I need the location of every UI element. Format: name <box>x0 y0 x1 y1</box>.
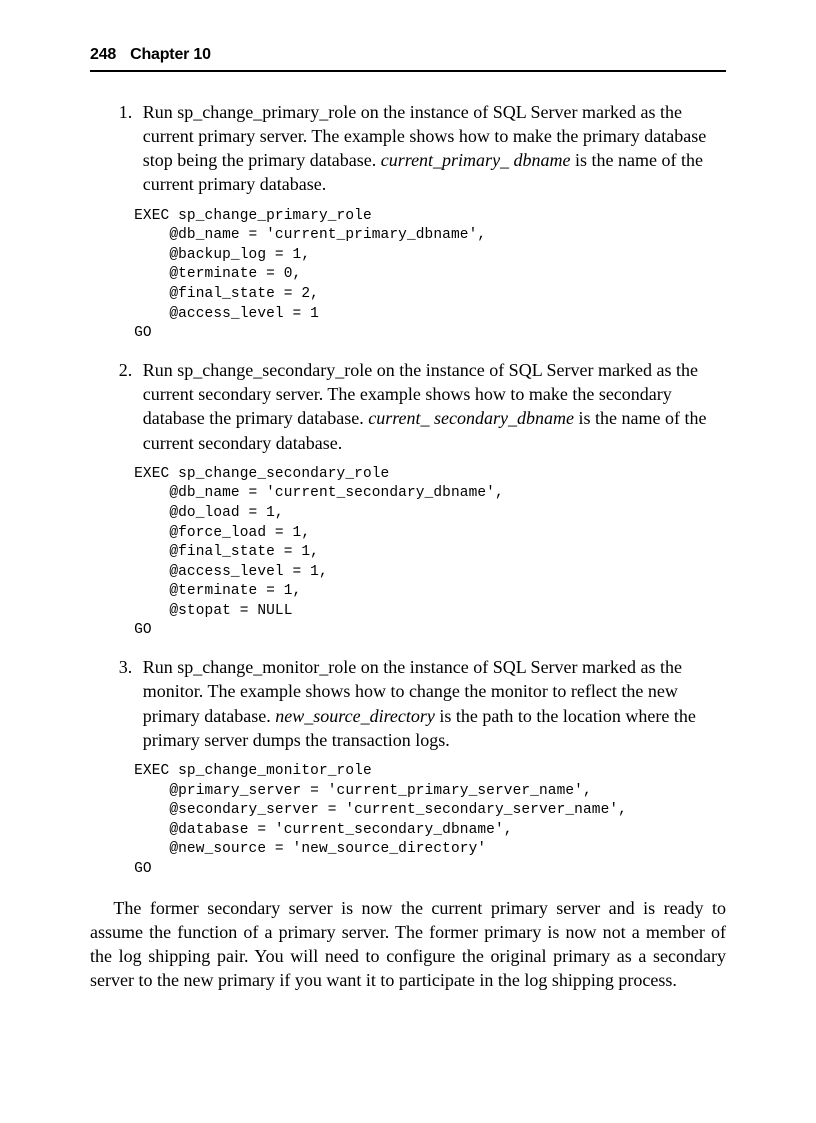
page: 248 Chapter 10 Run sp_change_primary_rol… <box>0 0 816 1071</box>
running-head: 248 Chapter 10 <box>90 44 726 72</box>
step-1-code: EXEC sp_change_primary_role @db_name = '… <box>134 207 726 344</box>
step-2-text-italic: current_ secondary_dbname <box>368 408 574 428</box>
page-number: 248 <box>90 44 116 66</box>
step-2-code: EXEC sp_change_secondary_role @db_name =… <box>134 465 726 641</box>
closing-paragraph: The former secondary server is now the c… <box>90 896 726 993</box>
step-3: Run sp_change_monitor_role on the instan… <box>137 655 726 880</box>
step-3-text: Run sp_change_monitor_role on the instan… <box>143 657 696 750</box>
step-1-text-italic: current_primary_ dbname <box>381 150 571 170</box>
numbered-steps: Run sp_change_primary_role on the instan… <box>90 100 726 880</box>
step-1-text: Run sp_change_primary_role on the instan… <box>143 102 706 195</box>
step-1: Run sp_change_primary_role on the instan… <box>137 100 726 344</box>
chapter-label: Chapter 10 <box>130 44 211 66</box>
step-2: Run sp_change_secondary_role on the inst… <box>137 358 726 641</box>
step-3-code: EXEC sp_change_monitor_role @primary_ser… <box>134 762 726 879</box>
step-3-text-italic: new_source_directory <box>275 706 435 726</box>
step-2-text: Run sp_change_secondary_role on the inst… <box>143 360 707 453</box>
